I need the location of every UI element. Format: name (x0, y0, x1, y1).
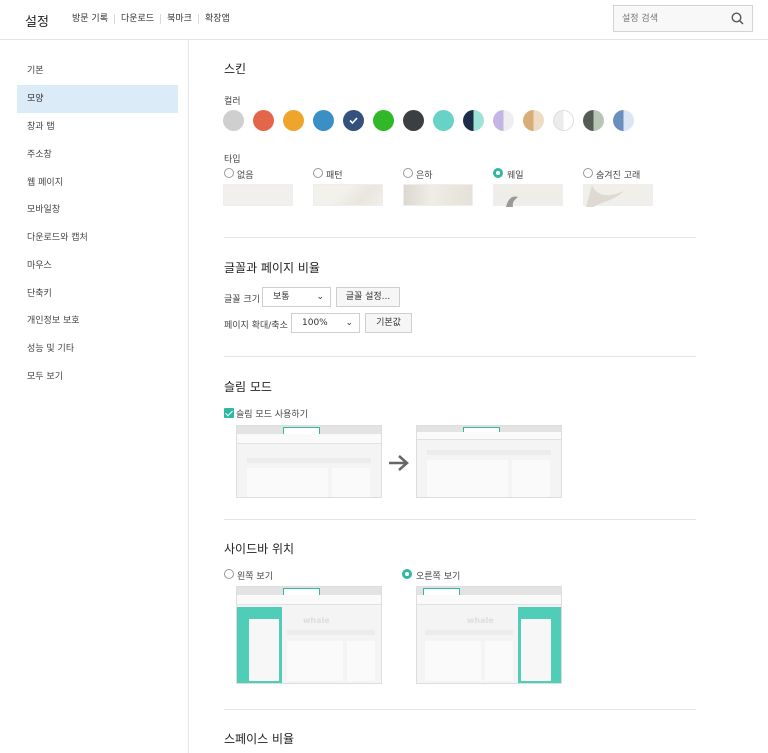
color-swatch[interactable] (583, 110, 604, 131)
sidebar-right-radio[interactable] (402, 569, 412, 579)
zoom-label: 페이지 확대/축소 (224, 321, 288, 331)
sidebar-item-basic[interactable]: 기본 (17, 57, 178, 85)
sidebar-item-mobile-window[interactable]: 모바일창 (17, 196, 178, 224)
space-ratio-title: 스페이스 비율 (224, 732, 295, 746)
section-divider (224, 237, 696, 238)
sidebar-item-web-page[interactable]: 웹 페이지 (17, 169, 178, 197)
color-swatch[interactable] (463, 110, 484, 131)
slim-preview-before (236, 425, 382, 498)
type-label-galaxy: 은하 (416, 171, 433, 181)
sidebar-item-windows-tabs[interactable]: 창과 탭 (17, 113, 178, 141)
nav-downloads-link[interactable]: 다운로드 (113, 14, 160, 24)
color-swatch[interactable] (253, 110, 274, 131)
sidebar-right-preview[interactable]: whale (416, 586, 562, 684)
sidebar-item-mouse[interactable]: 마우스 (17, 252, 178, 280)
sidebar-left-preview[interactable]: whale (236, 586, 382, 684)
page-title: 설정 (25, 15, 49, 30)
color-swatch[interactable] (493, 110, 514, 131)
sidebar-item-address-bar[interactable]: 주소창 (17, 141, 178, 169)
hidden-whale-icon (586, 185, 624, 207)
type-thumbnail-hidden-whale[interactable] (583, 184, 653, 207)
sidebar-item-shortcuts[interactable]: 단축키 (17, 280, 178, 308)
font-settings-button[interactable]: 글꼴 설정... (336, 287, 400, 307)
type-radio-hidden-whale[interactable] (583, 168, 593, 178)
type-radio-none[interactable] (224, 168, 234, 178)
color-swatch[interactable] (283, 110, 304, 131)
zoom-select[interactable]: 100% ⌄ (291, 313, 360, 333)
font-size-label: 글꼴 크기 (224, 295, 260, 305)
type-thumbnail-none[interactable] (223, 184, 293, 206)
sidebar-right-label: 오른쪽 보기 (416, 572, 461, 582)
arrow-right-icon (389, 455, 409, 471)
slim-preview-after (416, 425, 562, 498)
type-radio-galaxy[interactable] (403, 168, 413, 178)
whale-watermark: whale (303, 616, 330, 625)
slim-section-title: 슬림 모드 (224, 380, 272, 394)
chevron-down-icon: ⌄ (316, 292, 324, 302)
font-size-select[interactable]: 보통 ⌄ (262, 287, 331, 307)
top-nav: 방문 기록 다운로드 북마크 확장앱 (72, 14, 236, 24)
font-size-value: 보통 (273, 292, 290, 302)
slim-mode-checkbox[interactable] (224, 408, 234, 418)
top-bar: 설정 방문 기록 다운로드 북마크 확장앱 (0, 0, 768, 40)
color-swatch[interactable] (523, 110, 544, 131)
type-label-none: 없음 (237, 171, 254, 181)
type-label-pattern: 패턴 (326, 171, 343, 181)
sidebar-item-appearance[interactable]: 모양 (17, 85, 178, 113)
check-icon (349, 117, 358, 125)
type-radio-pattern[interactable] (313, 168, 323, 178)
type-label-whale: 웨일 (507, 171, 524, 181)
type-thumbnail-galaxy[interactable] (403, 184, 473, 206)
color-swatch[interactable] (613, 110, 634, 131)
sidebar-left-label: 왼쪽 보기 (237, 572, 273, 582)
nav-history-link[interactable]: 방문 기록 (72, 14, 114, 24)
whale-icon (506, 196, 518, 207)
search-icon[interactable] (731, 12, 744, 25)
settings-sidebar: 기본 모양 창과 탭 주소창 웹 페이지 모바일창 다운로드와 캡처 마우스 단… (0, 40, 189, 753)
zoom-reset-button[interactable]: 기본값 (365, 313, 412, 333)
sidebar-position-title: 사이드바 위치 (224, 542, 295, 556)
zoom-value: 100% (302, 318, 328, 328)
font-section-title: 글꼴과 페이지 비율 (224, 261, 320, 275)
color-swatch[interactable] (313, 110, 334, 131)
color-swatch[interactable] (373, 110, 394, 131)
slim-mode-label: 슬림 모드 사용하기 (236, 410, 308, 420)
sidebar-item-download-capture[interactable]: 다운로드와 캡처 (17, 224, 178, 252)
sidebar-item-privacy[interactable]: 개인정보 보호 (17, 307, 178, 335)
type-label: 타입 (224, 155, 241, 165)
color-swatch[interactable] (223, 110, 244, 131)
sidebar-item-performance[interactable]: 성능 및 기타 (17, 335, 178, 363)
settings-search[interactable] (613, 5, 753, 32)
color-swatch[interactable] (553, 110, 574, 131)
color-swatch[interactable] (433, 110, 454, 131)
type-label-hidden-whale: 숨겨진 고래 (596, 171, 641, 181)
sidebar-item-show-all[interactable]: 모두 보기 (17, 363, 178, 391)
nav-extensions-link[interactable]: 확장앱 (197, 14, 236, 24)
color-label: 컬러 (224, 97, 241, 107)
section-divider (224, 356, 696, 357)
search-input[interactable] (614, 6, 724, 31)
skin-section-title: 스킨 (224, 62, 247, 76)
section-divider (224, 709, 696, 710)
type-radio-whale[interactable] (493, 168, 503, 178)
nav-bookmarks-link[interactable]: 북마크 (160, 14, 198, 24)
type-thumbnail-pattern[interactable] (313, 184, 383, 206)
color-swatch[interactable] (403, 110, 424, 131)
sidebar-left-radio[interactable] (224, 569, 234, 579)
color-swatch[interactable] (343, 110, 364, 131)
whale-watermark: whale (467, 616, 494, 625)
chevron-down-icon: ⌄ (345, 318, 353, 328)
type-thumbnail-whale[interactable] (493, 184, 563, 207)
section-divider (224, 519, 696, 520)
